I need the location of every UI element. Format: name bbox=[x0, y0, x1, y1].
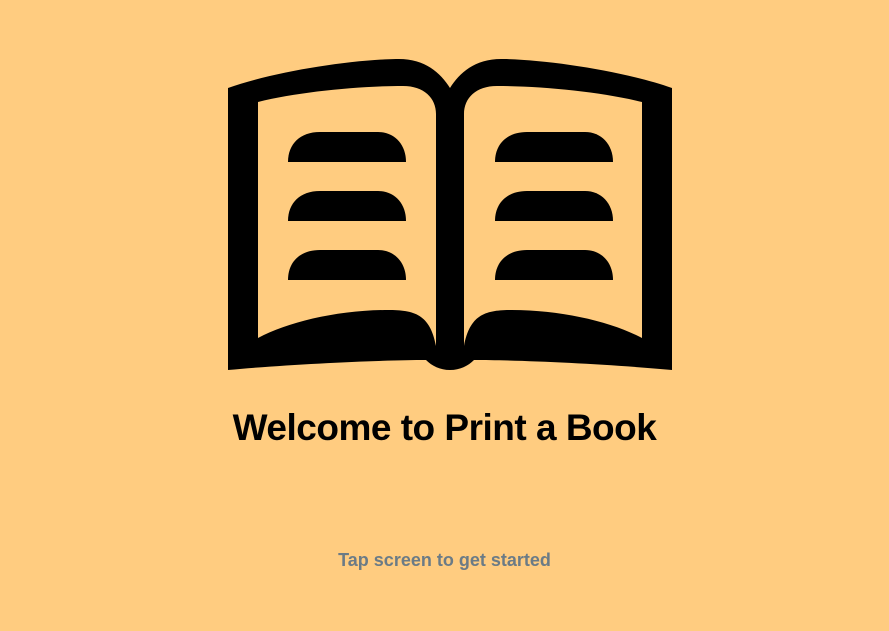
welcome-screen[interactable]: Welcome to Print a Book Tap screen to ge… bbox=[0, 0, 889, 631]
welcome-title: Welcome to Print a Book bbox=[232, 407, 657, 448]
get-started-prompt: Tap screen to get started bbox=[338, 550, 551, 570]
open-book-icon bbox=[228, 58, 672, 370]
